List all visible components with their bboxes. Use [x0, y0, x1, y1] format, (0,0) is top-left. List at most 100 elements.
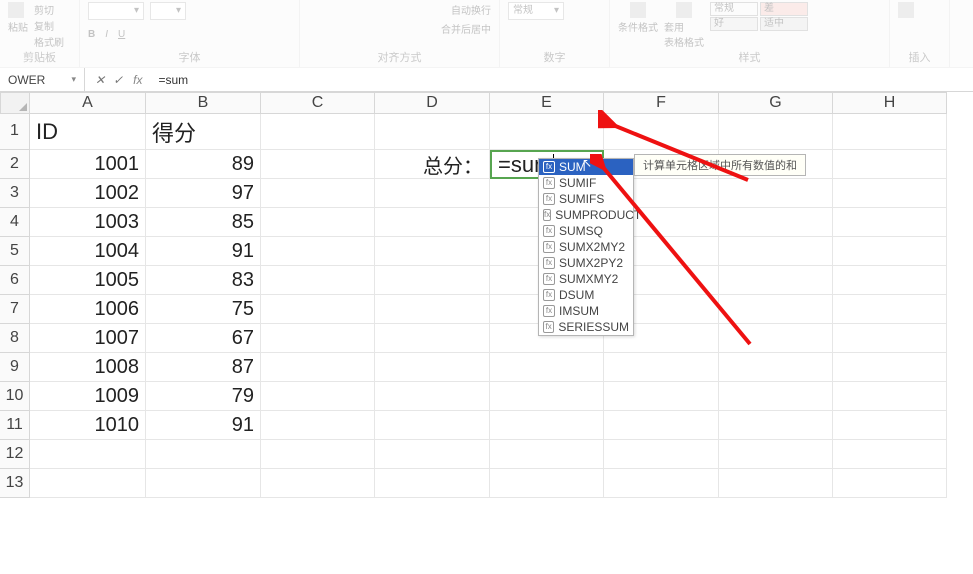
- cell-D2[interactable]: 总分：: [375, 150, 490, 179]
- col-header-D[interactable]: D: [375, 92, 490, 114]
- autocomplete-item-sumx2py2[interactable]: fxSUMX2PY2: [539, 255, 633, 271]
- cell-C11[interactable]: [261, 411, 375, 440]
- cell-A3[interactable]: 1002: [30, 179, 146, 208]
- cell-F9[interactable]: [604, 353, 719, 382]
- autocomplete-item-sum[interactable]: fxSUM: [539, 159, 633, 175]
- cell-D7[interactable]: [375, 295, 490, 324]
- paste-icon[interactable]: [8, 2, 24, 18]
- cell-B7[interactable]: 75: [146, 295, 261, 324]
- col-header-C[interactable]: C: [261, 92, 375, 114]
- underline-button[interactable]: U: [118, 29, 125, 40]
- cell-G6[interactable]: [719, 266, 833, 295]
- cell-C4[interactable]: [261, 208, 375, 237]
- cell-B8[interactable]: 67: [146, 324, 261, 353]
- cell-C3[interactable]: [261, 179, 375, 208]
- cell-A9[interactable]: 1008: [30, 353, 146, 382]
- cell-C12[interactable]: [261, 440, 375, 469]
- cell-H2[interactable]: [833, 150, 947, 179]
- cell-D8[interactable]: [375, 324, 490, 353]
- name-box-dropdown-icon[interactable]: ▾: [71, 74, 76, 85]
- name-box[interactable]: OWER ▾: [0, 68, 85, 91]
- cell-G10[interactable]: [719, 382, 833, 411]
- cell-A5[interactable]: 1004: [30, 237, 146, 266]
- cell-B1[interactable]: 得分: [146, 114, 261, 150]
- italic-button[interactable]: I: [105, 29, 108, 40]
- cell-G11[interactable]: [719, 411, 833, 440]
- cut-button[interactable]: 剪切: [34, 2, 64, 17]
- cell-D11[interactable]: [375, 411, 490, 440]
- autocomplete-item-dsum[interactable]: fxDSUM: [539, 287, 633, 303]
- cell-B12[interactable]: [146, 440, 261, 469]
- style-good[interactable]: 好: [710, 17, 758, 31]
- cell-G3[interactable]: [719, 179, 833, 208]
- cell-B6[interactable]: 83: [146, 266, 261, 295]
- col-header-G[interactable]: G: [719, 92, 833, 114]
- cell-B10[interactable]: 79: [146, 382, 261, 411]
- cell-A2[interactable]: 1001: [30, 150, 146, 179]
- row-header-4[interactable]: 4: [0, 208, 30, 237]
- cell-F12[interactable]: [604, 440, 719, 469]
- cell-H13[interactable]: [833, 469, 947, 498]
- cell-A8[interactable]: 1007: [30, 324, 146, 353]
- row-header-11[interactable]: 11: [0, 411, 30, 440]
- cell-G5[interactable]: [719, 237, 833, 266]
- cell-H12[interactable]: [833, 440, 947, 469]
- cell-A4[interactable]: 1003: [30, 208, 146, 237]
- cell-B3[interactable]: 97: [146, 179, 261, 208]
- number-format-dropdown[interactable]: 常规▾: [508, 2, 564, 20]
- row-header-9[interactable]: 9: [0, 353, 30, 382]
- cell-F11[interactable]: [604, 411, 719, 440]
- cell-H3[interactable]: [833, 179, 947, 208]
- bold-button[interactable]: B: [88, 29, 95, 40]
- cell-G9[interactable]: [719, 353, 833, 382]
- col-header-A[interactable]: A: [30, 92, 146, 114]
- cell-E13[interactable]: [490, 469, 604, 498]
- cell-H5[interactable]: [833, 237, 947, 266]
- insert-cells-icon[interactable]: [898, 2, 914, 18]
- cell-H4[interactable]: [833, 208, 947, 237]
- conditional-format-icon[interactable]: [630, 2, 646, 18]
- cell-H10[interactable]: [833, 382, 947, 411]
- cell-E12[interactable]: [490, 440, 604, 469]
- row-header-6[interactable]: 6: [0, 266, 30, 295]
- cell-G7[interactable]: [719, 295, 833, 324]
- autocomplete-item-sumif[interactable]: fxSUMIF: [539, 175, 633, 191]
- select-all-corner[interactable]: [0, 92, 30, 114]
- cell-E11[interactable]: [490, 411, 604, 440]
- row-header-2[interactable]: 2: [0, 150, 30, 179]
- wrap-text-button[interactable]: 自动换行: [451, 2, 491, 17]
- cancel-formula-button[interactable]: ✕: [95, 73, 105, 87]
- cell-G13[interactable]: [719, 469, 833, 498]
- autocomplete-item-sumproduct[interactable]: fxSUMPRODUCT: [539, 207, 633, 223]
- cell-C2[interactable]: [261, 150, 375, 179]
- cell-D3[interactable]: [375, 179, 490, 208]
- cell-A10[interactable]: 1009: [30, 382, 146, 411]
- font-family-dropdown[interactable]: ▾: [88, 2, 144, 20]
- col-header-F[interactable]: F: [604, 92, 719, 114]
- row-header-13[interactable]: 13: [0, 469, 30, 498]
- cell-C7[interactable]: [261, 295, 375, 324]
- cell-D13[interactable]: [375, 469, 490, 498]
- cell-C1[interactable]: [261, 114, 375, 150]
- autocomplete-item-sumsq[interactable]: fxSUMSQ: [539, 223, 633, 239]
- cell-C13[interactable]: [261, 469, 375, 498]
- autocomplete-item-imsum[interactable]: fxIMSUM: [539, 303, 633, 319]
- cell-A7[interactable]: 1006: [30, 295, 146, 324]
- cell-D1[interactable]: [375, 114, 490, 150]
- cell-E1[interactable]: [490, 114, 604, 150]
- cell-B9[interactable]: 87: [146, 353, 261, 382]
- cell-H7[interactable]: [833, 295, 947, 324]
- cell-D10[interactable]: [375, 382, 490, 411]
- cell-C10[interactable]: [261, 382, 375, 411]
- cell-B11[interactable]: 91: [146, 411, 261, 440]
- cell-A12[interactable]: [30, 440, 146, 469]
- cell-E10[interactable]: [490, 382, 604, 411]
- row-header-12[interactable]: 12: [0, 440, 30, 469]
- cell-G12[interactable]: [719, 440, 833, 469]
- cell-A6[interactable]: 1005: [30, 266, 146, 295]
- cell-G8[interactable]: [719, 324, 833, 353]
- autocomplete-item-sumx2my2[interactable]: fxSUMX2MY2: [539, 239, 633, 255]
- cell-C9[interactable]: [261, 353, 375, 382]
- cell-H11[interactable]: [833, 411, 947, 440]
- style-neutral[interactable]: 适中: [760, 17, 808, 31]
